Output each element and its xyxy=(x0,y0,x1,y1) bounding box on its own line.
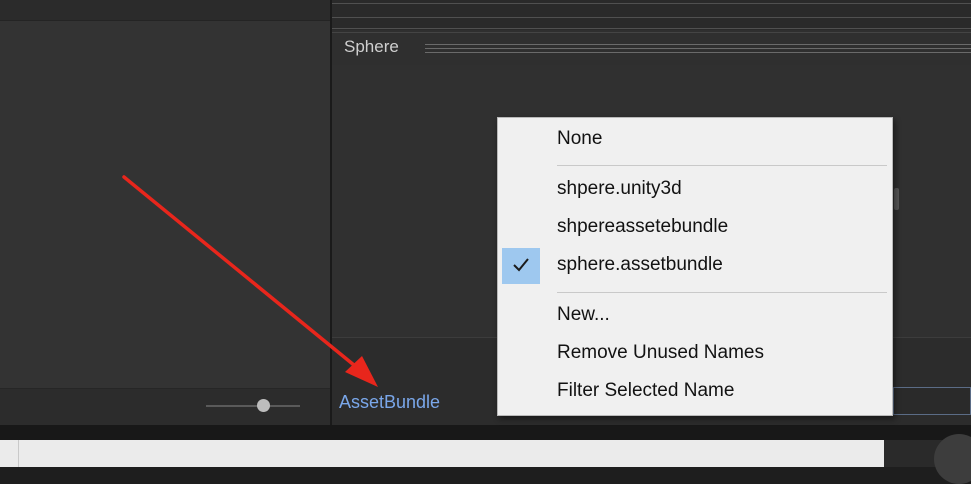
preview-header-drag-lines[interactable] xyxy=(425,44,971,53)
window-bottom-strip xyxy=(0,425,971,440)
menu-separator xyxy=(557,165,887,166)
preview-size-slider-track[interactable] xyxy=(206,405,300,407)
left-panel xyxy=(0,0,330,425)
page-content-area xyxy=(0,440,884,467)
menu-item-label: None xyxy=(557,128,603,149)
inspector-top-strip xyxy=(332,0,971,30)
menu-item-label: shpere.unity3d xyxy=(557,178,682,199)
menu-item-new[interactable]: New... xyxy=(498,298,892,332)
assetbundle-name-menu: None shpere.unity3d shpereassetebundle s… xyxy=(497,117,893,416)
menu-item-label: New... xyxy=(557,304,610,325)
menu-item-label: shpereassetebundle xyxy=(557,216,729,237)
menu-item-filter-selected-name[interactable]: Filter Selected Name xyxy=(498,374,892,408)
menu-item-remove-unused-names[interactable]: Remove Unused Names xyxy=(498,336,892,370)
menu-item-none[interactable]: None xyxy=(498,122,892,156)
left-panel-footer xyxy=(0,388,330,426)
left-panel-header xyxy=(0,0,330,21)
assetbundle-variant-dropdown[interactable] xyxy=(893,387,971,415)
preview-size-slider-handle[interactable] xyxy=(257,399,270,412)
corner-graphic xyxy=(884,434,971,484)
menu-item-label: sphere.assetbundle xyxy=(557,254,723,275)
preview-scroll-handle[interactable] xyxy=(894,188,899,210)
preview-object-title: Sphere xyxy=(344,37,399,56)
menu-item-shpere-unity3d[interactable]: shpere.unity3d xyxy=(498,172,892,206)
menu-separator xyxy=(557,292,887,293)
assetbundle-label: AssetBundle xyxy=(339,392,441,412)
checkmark-icon xyxy=(502,248,540,284)
menu-item-label: Filter Selected Name xyxy=(557,380,735,401)
menu-item-shpereassetebundle[interactable]: shpereassetebundle xyxy=(498,210,892,244)
menu-item-sphere-assetbundle[interactable]: sphere.assetbundle xyxy=(498,248,892,284)
menu-item-label: Remove Unused Names xyxy=(557,342,764,363)
